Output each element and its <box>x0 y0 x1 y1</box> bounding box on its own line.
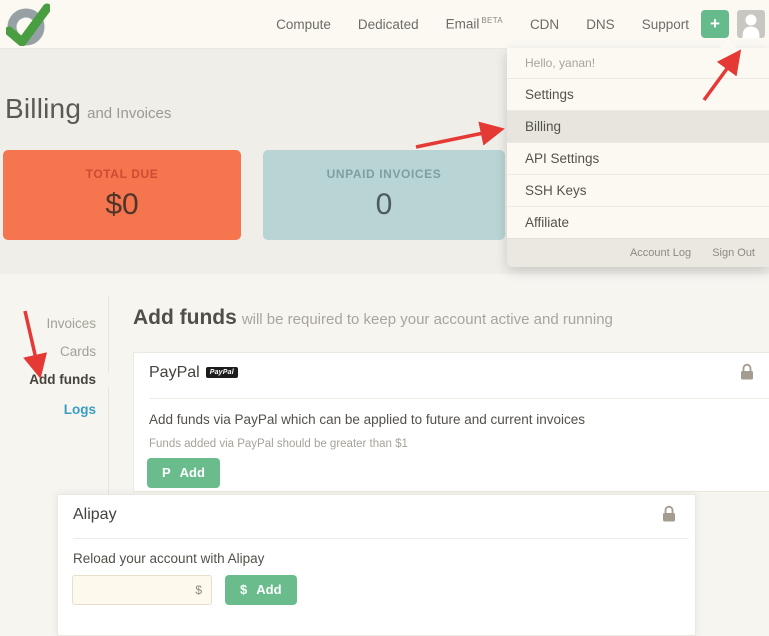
page-title-sub: and Invoices <box>87 105 172 122</box>
sign-out-link[interactable]: Sign Out <box>712 247 755 259</box>
lock-icon <box>663 505 675 522</box>
beta-badge: BETA <box>481 16 503 26</box>
add-funds-heading-main: Add funds <box>133 306 237 329</box>
account-avatar[interactable] <box>737 10 765 38</box>
sidebar-item-cards[interactable]: Cards <box>0 344 96 359</box>
alipay-add-button[interactable]: $ Add <box>225 575 297 605</box>
menu-item-ssh-keys[interactable]: SSH Keys <box>507 174 769 206</box>
paypal-description: Add funds via PayPal which can be applie… <box>149 412 586 427</box>
nav-item-cdn[interactable]: CDN <box>530 17 559 32</box>
sidebar-item-add-funds[interactable]: Add funds <box>0 372 96 387</box>
dropdown-caret <box>720 40 736 48</box>
alipay-amount-input[interactable] <box>79 576 193 606</box>
dollar-suffix: $ <box>195 583 202 597</box>
dropdown-greeting: Hello, yanan! <box>525 56 596 70</box>
paypal-add-button[interactable]: P Add <box>147 458 220 488</box>
nav-item-email-label: Email <box>445 16 480 32</box>
paypal-p-icon: P <box>162 465 171 480</box>
paypal-title-text: PayPal <box>149 364 200 381</box>
paypal-title: PayPal PayPal <box>149 364 238 382</box>
alipay-amount-field: $ <box>72 575 212 606</box>
sidebar-item-logs[interactable]: Logs <box>0 402 96 417</box>
paypal-add-label: Add <box>179 465 205 480</box>
add-funds-heading-note: will be required to keep your account ac… <box>241 311 613 328</box>
divider <box>73 538 689 539</box>
sidebar-active-notch <box>100 372 109 388</box>
divider <box>149 398 769 399</box>
paypal-note: Funds added via PayPal should be greater… <box>149 438 408 450</box>
lock-icon <box>741 363 753 380</box>
add-funds-heading: Add funds will be required to keep your a… <box>133 306 613 330</box>
dropdown-footer: Account Log Sign Out <box>507 238 769 267</box>
alipay-description: Reload your account with Alipay <box>73 551 265 566</box>
menu-item-billing[interactable]: Billing <box>507 110 769 142</box>
unpaid-invoices-label: UNPAID INVOICES <box>326 167 442 181</box>
nav-item-support[interactable]: Support <box>642 17 689 32</box>
page-title: Billing and Invoices <box>5 93 171 125</box>
deploy-plus-button[interactable]: + <box>701 10 729 38</box>
account-dropdown: Hello, yanan! Settings Billing API Setti… <box>507 40 769 267</box>
nav-item-dns[interactable]: DNS <box>586 17 615 32</box>
dollar-icon: $ <box>240 582 248 597</box>
nav-item-compute[interactable]: Compute <box>276 17 331 32</box>
total-due-card: TOTAL DUE $0 <box>3 150 241 240</box>
paypal-panel: PayPal PayPal Add funds via PayPal which … <box>133 352 769 492</box>
page-title-main: Billing <box>5 93 82 124</box>
menu-item-api-settings[interactable]: API Settings <box>507 142 769 174</box>
logo-icon <box>4 3 52 47</box>
paypal-badge: PayPal <box>205 367 238 378</box>
unpaid-invoices-card: UNPAID INVOICES 0 <box>263 150 505 240</box>
alipay-title: Alipay <box>73 506 117 523</box>
nav-links: Compute Dedicated Email BETA CDN DNS Supp… <box>276 0 689 48</box>
unpaid-invoices-value: 0 <box>375 188 393 221</box>
site-logo[interactable] <box>4 2 52 47</box>
sidebar-item-invoices[interactable]: Invoices <box>0 316 96 331</box>
nav-item-email[interactable]: Email BETA <box>446 16 503 32</box>
menu-item-affiliate[interactable]: Affiliate <box>507 206 769 238</box>
user-icon <box>742 14 760 38</box>
alipay-add-label: Add <box>256 582 282 597</box>
alipay-panel: Alipay Reload your account with Alipay $… <box>57 494 696 636</box>
nav-item-dedicated[interactable]: Dedicated <box>358 17 419 32</box>
menu-item-settings[interactable]: Settings <box>507 78 769 110</box>
total-due-value: $0 <box>105 188 139 221</box>
account-log-link[interactable]: Account Log <box>630 247 691 259</box>
top-nav: Compute Dedicated Email BETA CDN DNS Supp… <box>0 0 769 49</box>
total-due-label: TOTAL DUE <box>85 167 159 181</box>
